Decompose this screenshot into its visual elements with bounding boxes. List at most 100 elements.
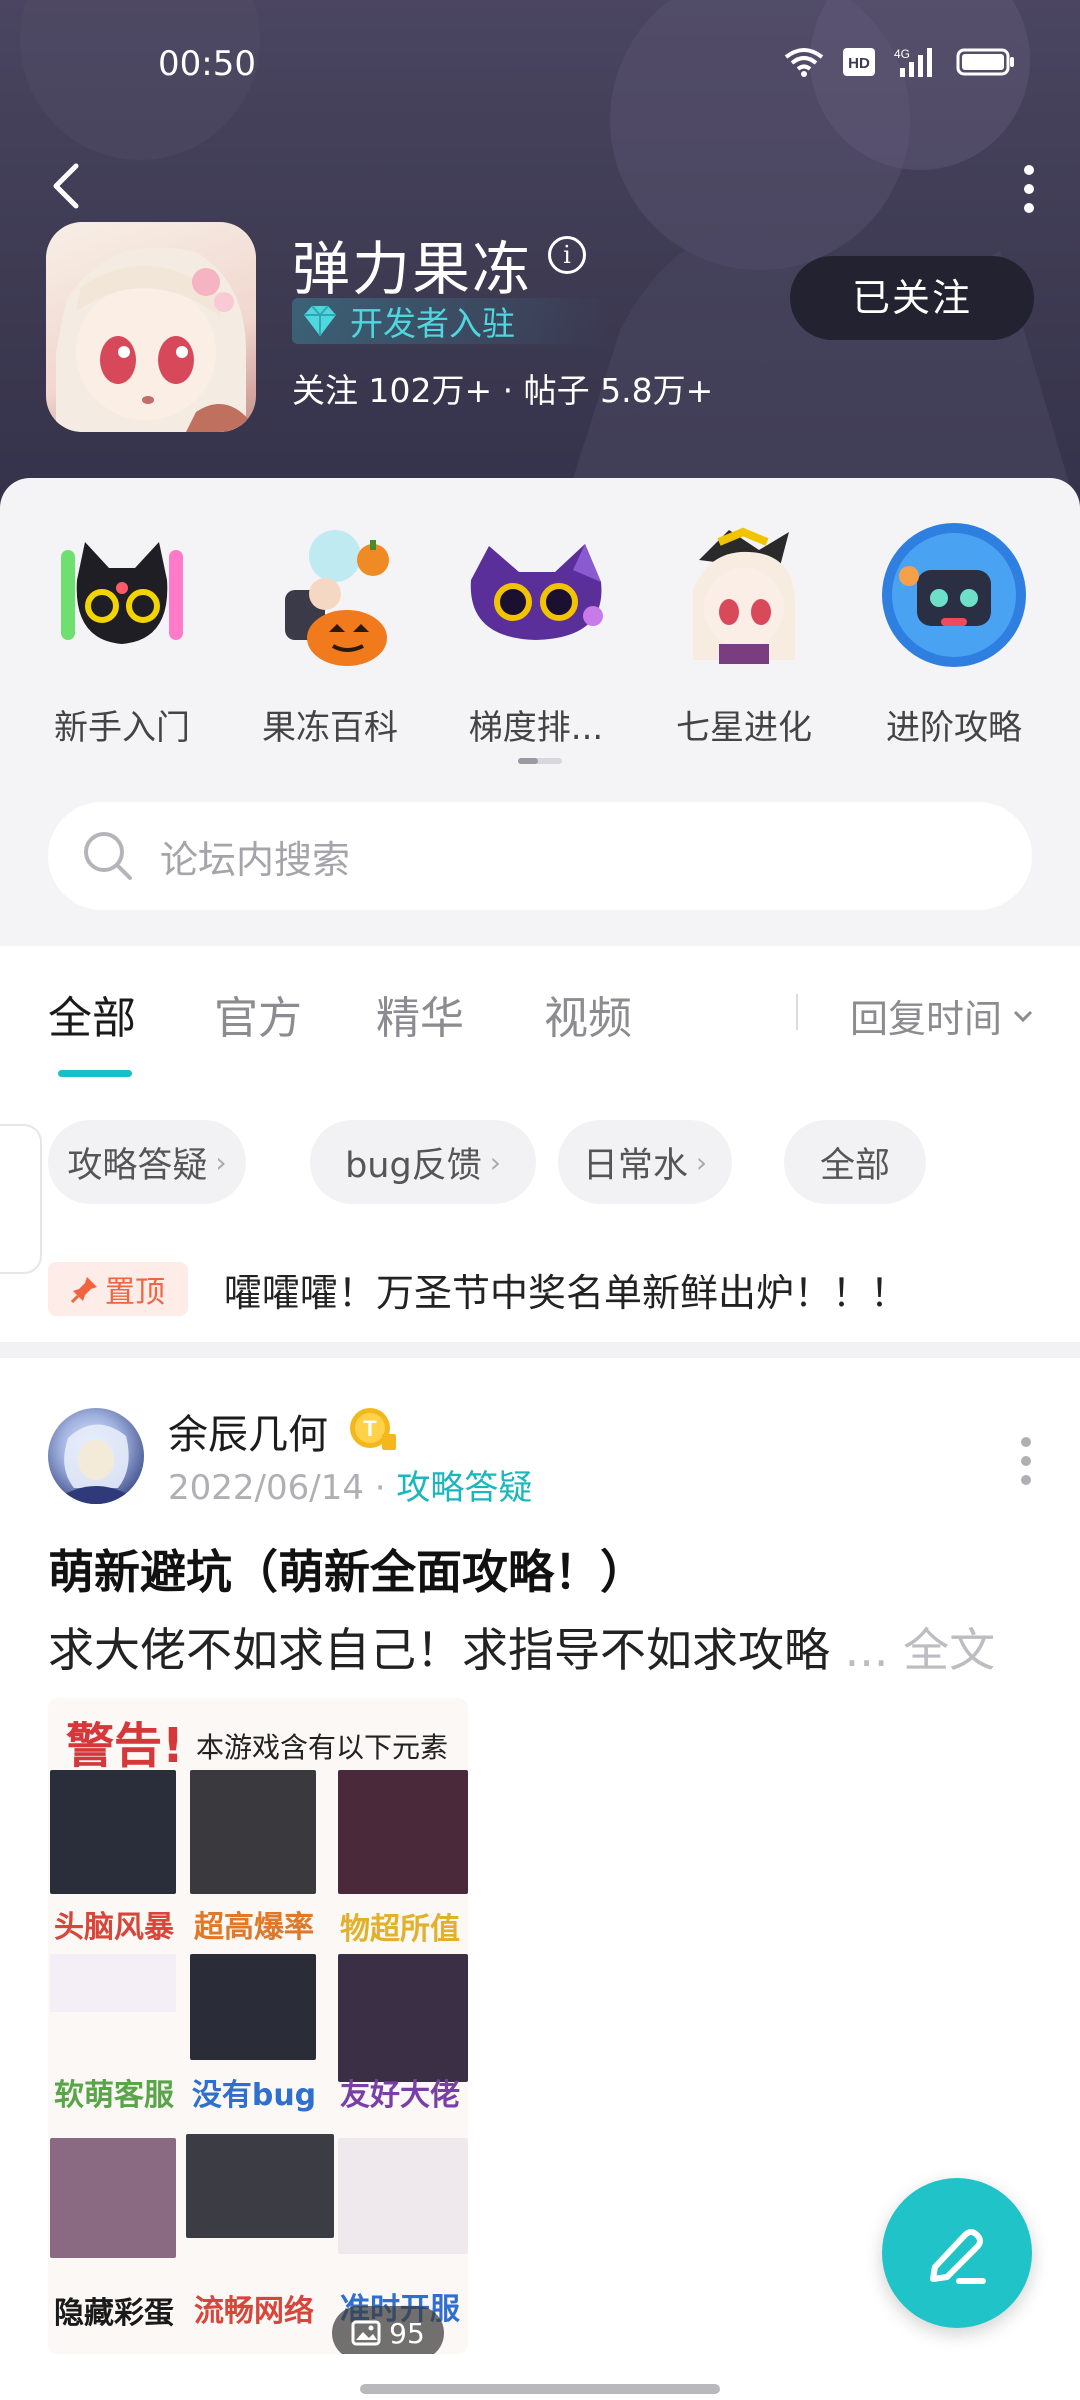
category-scroll-indicator [518,758,562,764]
filter-chips: 攻略答疑 › bug反馈 › 日常水 › 全部 [0,1120,1080,1206]
chip-label: 日常水 [582,1145,688,1186]
image-caption: 头脑风暴 [54,1910,174,1945]
anime-girl-icon [56,247,251,432]
pinned-post[interactable]: 置顶 嚯嚯嚯！万圣节中奖名单新鲜出炉！！！ [0,1256,1080,1340]
category-item-encyclopedia[interactable]: 果冻百科 [240,520,420,749]
category-label: 果冻百科 [262,708,398,748]
post-excerpt-text: 求大佬不如求自己！求指导不如求攻略 [48,1623,830,1677]
app-icon [46,222,256,432]
sort-dropdown[interactable]: 回复时间 [850,988,1034,1043]
image-caption: 隐藏彩蛋 [54,2296,174,2331]
status-time: 00:50 [158,44,256,84]
meta-separator: · [374,1468,386,1508]
image-cell [338,1770,468,1894]
sort-label: 回复时间 [849,997,1002,1041]
image-caption: 没有bug [191,2078,317,2113]
image-cell [50,1770,176,1894]
compose-post-button[interactable] [882,2178,1032,2328]
svg-text:HD: HD [848,55,870,72]
chevron-right-icon: › [215,1145,227,1179]
image-caption: 物超所值 [340,1912,460,1947]
status-icons: HD 4G [784,46,1016,78]
follow-button[interactable]: 已关注 [790,256,1034,340]
category-label: 进阶攻略 [886,708,1022,748]
forum-header: 00:50 HD 4G 弹力果冻 i 开发者入驻 关注 102万+ · 帖子 5… [0,0,1080,520]
image-caption: 友好大佬 [340,2078,460,2113]
warning-subtitle: 本游戏含有以下元素 [196,1731,449,1764]
tab-all[interactable]: 全部 [48,982,136,1046]
author-avatar[interactable] [48,1408,144,1504]
post-tag[interactable]: 攻略答疑 [396,1468,532,1508]
tab-official[interactable]: 官方 [214,982,302,1046]
pumpkin-character-icon [285,530,389,666]
category-label: 新手入门 [54,708,190,748]
category-label: 七星进化 [676,708,812,748]
image-caption: 软萌客服 [54,2078,174,2113]
warning-title: 警告! [66,1718,184,1774]
image-caption: 超高爆率 [194,1910,314,1945]
post-excerpt: 求大佬不如求自己！求指导不如求攻略 ... 全文 [48,1614,995,1680]
image-cell [190,1770,316,1894]
category-panel: 新手入门 果冻百科 梯度排... 七星进化 进阶攻略 论坛内搜索 [0,478,1080,946]
pinned-badge-label: 置顶 [105,1275,165,1310]
read-full-link[interactable]: 全文 [903,1623,995,1677]
tab-divider [796,994,798,1030]
search-placeholder: 论坛内搜索 [160,837,351,882]
category-item-tier-ranking[interactable]: 梯度排... [446,520,626,749]
image-count: 95 [389,2316,425,2350]
pinned-badge: 置顶 [48,1262,188,1316]
image-caption: 流畅网络 [194,2294,314,2329]
author-name[interactable]: 余辰几何 [168,1402,328,1460]
image-cell [338,2138,468,2254]
pin-icon [71,1277,97,1303]
pen-icon [930,2229,986,2284]
chibi-girl-icon [693,527,795,664]
gallery-icon [351,2320,381,2346]
image-cell [190,1954,316,2060]
category-list: 新手入门 果冻百科 梯度排... 七星进化 进阶攻略 [0,520,1080,748]
section-divider [0,1342,1080,1358]
home-indicator[interactable] [360,2384,720,2394]
chip-label: bug反馈 [345,1145,482,1186]
more-options-icon[interactable] [1012,162,1046,216]
category-item-advanced-guide[interactable]: 进阶攻略 [864,520,1044,749]
hd-icon: HD [843,48,875,76]
image-cell [50,2138,176,2258]
image-cell [50,1954,176,2012]
tab-featured[interactable]: 精华 [376,982,464,1046]
category-item-newbie[interactable]: 新手入门 [32,520,212,749]
post-more-icon[interactable] [1016,1434,1036,1488]
chip-bug-feedback[interactable]: bug反馈 › [310,1120,536,1204]
black-cat-icon [61,542,183,644]
svg-text:4G: 4G [894,47,910,61]
chip-guide-qa[interactable]: 攻略答疑 › [48,1120,246,1204]
back-icon[interactable] [42,160,94,212]
wifi-icon [784,48,824,77]
chevron-right-icon: › [695,1145,708,1179]
chip-all[interactable]: 全部 [784,1120,926,1204]
svg-text:T: T [363,1416,377,1441]
post-date: 2022/06/14 [168,1468,364,1508]
developer-badge-label: 开发者入驻 [350,304,515,343]
app-name: 弹力果冻 [292,235,533,303]
chevron-right-icon: › [489,1145,501,1179]
pinned-title: 嚯嚯嚯！万圣节中奖名单新鲜出炉！！！ [224,1271,909,1315]
forum-search-box[interactable]: 论坛内搜索 [48,802,1032,910]
active-tab-indicator [58,1070,132,1077]
forum-stats: 关注 102万+ · 帖子 5.8万+ [292,371,714,410]
battery-icon [956,48,1014,76]
tab-video[interactable]: 视频 [544,982,632,1046]
robot-icon [882,523,1026,667]
post-image[interactable]: 警告! 本游戏含有以下元素 头脑风暴 超高爆率 物超所值 软萌客服 没有bug … [48,1698,468,2354]
image-cell [186,2134,334,2238]
excerpt-ellipsis: ... [844,1623,889,1677]
category-label: 梯度排... [468,708,604,748]
developer-badge: 开发者入驻 [292,298,611,344]
chip-daily-chat[interactable]: 日常水 › [558,1120,732,1204]
info-icon[interactable]: i [548,236,586,274]
category-item-evolution[interactable]: 七星进化 [654,520,834,749]
chevron-down-icon [1013,1010,1033,1022]
tab-bar: 全部 官方 精华 视频 回复时间 [0,946,1080,1077]
purple-cat-icon [470,544,603,640]
chip-label: 攻略答疑 [67,1145,208,1186]
